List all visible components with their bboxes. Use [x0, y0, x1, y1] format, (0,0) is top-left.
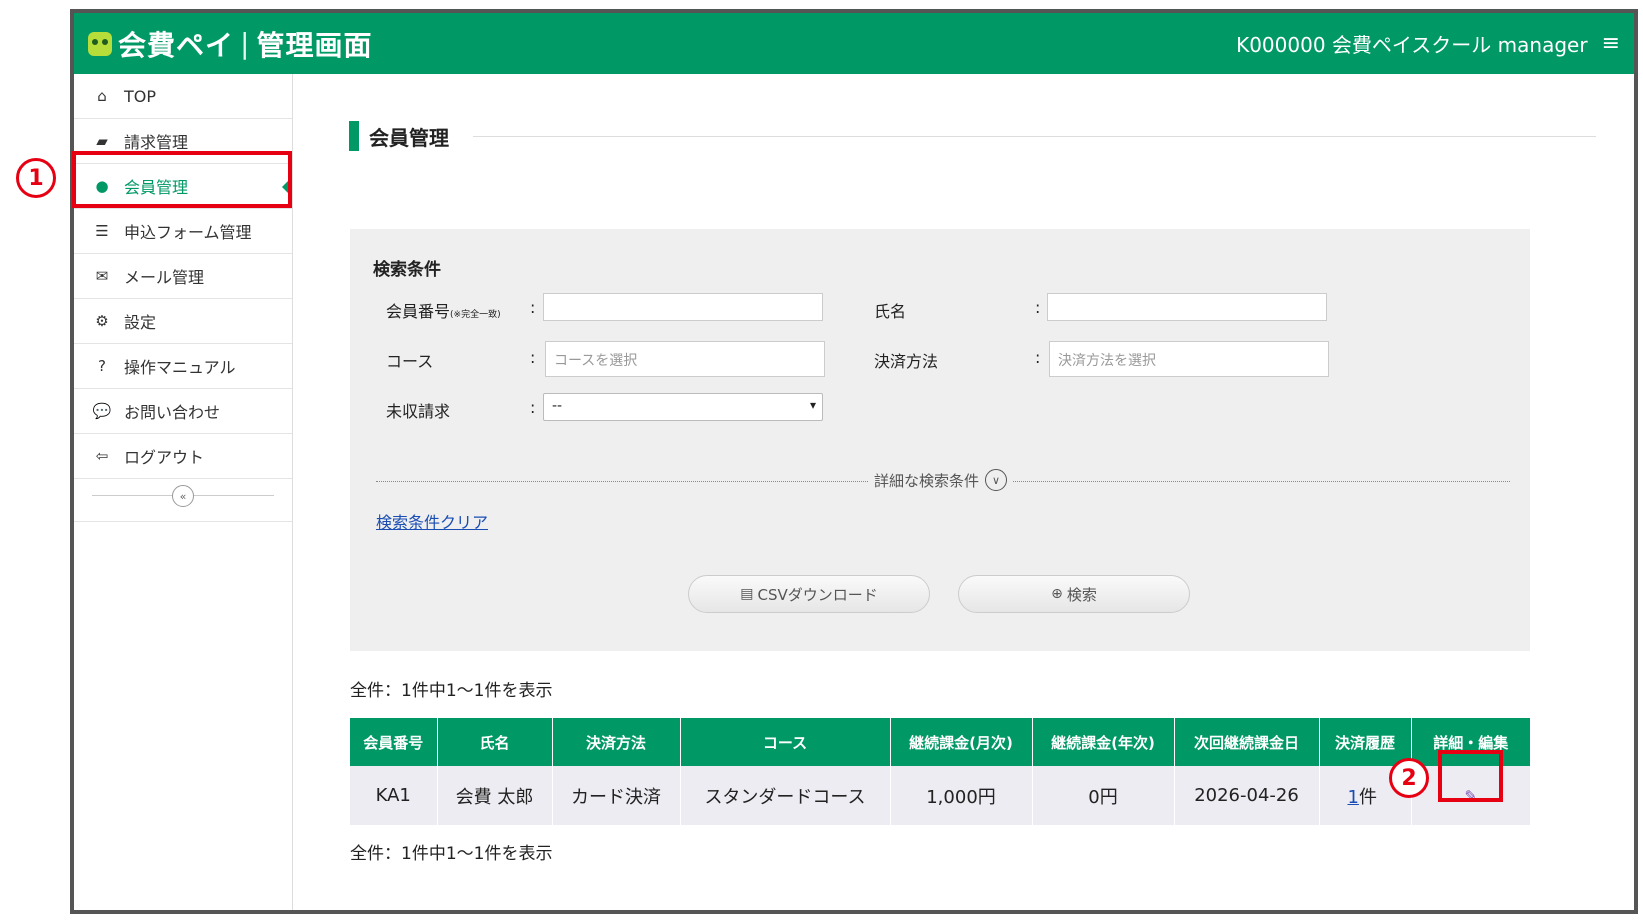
- step-1-marker: 1: [16, 158, 56, 198]
- name-cell: 会費 太郎: [437, 766, 553, 825]
- collapse-sidebar-icon[interactable]: «: [172, 485, 194, 507]
- member-no-label: 会員番号(※完全一致): [386, 298, 501, 322]
- book-icon: ▰: [96, 132, 108, 150]
- member-no-cell: KA1: [350, 766, 438, 825]
- step-2-marker: 2: [1389, 758, 1429, 798]
- name-input[interactable]: [1047, 293, 1327, 321]
- envelope-icon: ✉: [95, 267, 109, 285]
- list-icon: ☰: [95, 222, 109, 240]
- payment-history-link[interactable]: 1: [1348, 787, 1359, 808]
- user-area: K000000 会費ペイスクール manager ≡: [1236, 29, 1620, 58]
- column-header: 決済方法: [552, 718, 681, 766]
- highlight-members-menu: [72, 151, 292, 208]
- column-header: コース: [680, 718, 891, 766]
- sidebar-item-label: TOP: [124, 86, 157, 106]
- question-icon: ?: [98, 357, 106, 375]
- history-unit: 件: [1358, 786, 1377, 808]
- sidebar-item-label: メール管理: [124, 268, 205, 287]
- csv-download-button[interactable]: ▤ CSVダウンロード: [688, 575, 930, 613]
- title-accent-bar: [349, 121, 359, 151]
- next-billing-date-cell: 2026-04-26: [1174, 766, 1320, 825]
- page-title-text: 会員管理: [369, 125, 449, 150]
- result-count-bottom: 全件：1件中1～1件を表示: [350, 844, 553, 864]
- result-count-top: 全件：1件中1～1件を表示: [350, 681, 553, 701]
- chevron-down-icon: ▾: [809, 398, 816, 412]
- hamburger-menu-icon[interactable]: ≡: [1602, 31, 1620, 56]
- advanced-search-label: 詳細な検索条件: [874, 471, 980, 490]
- sidebar-item-forms[interactable]: ☰ 申込フォーム管理: [74, 209, 292, 254]
- sidebar-item-settings[interactable]: ⚙ 設定: [74, 299, 292, 344]
- column-header: 継続課金(年次): [1032, 718, 1175, 766]
- clear-search-link[interactable]: 検索条件クリア: [376, 509, 488, 533]
- sidebar-item-contact[interactable]: 💬 お問い合わせ: [74, 389, 292, 434]
- table-row: KA1 会費 太郎 カード決済 スタンダードコース 1,000円 0円 2026…: [350, 766, 1530, 825]
- brand-logo[interactable]: 会費ペイ | 管理画面: [88, 24, 372, 64]
- sidebar-item-label: 申込フォーム管理: [124, 223, 252, 242]
- highlight-edit-button: [1438, 750, 1503, 802]
- colon: :: [1035, 348, 1041, 367]
- search-button-label: 検索: [1066, 585, 1097, 604]
- unpaid-label: 未収請求: [386, 402, 451, 421]
- sidebar-item-label: ログアウト: [124, 448, 205, 467]
- search-panel: 検索条件 会員番号(※完全一致) : 氏名 : コース : コースを選択 決済方…: [350, 229, 1530, 651]
- members-table: 会員番号 氏名 決済方法 コース 継続課金(月次) 継続課金(年次) 次回継続課…: [350, 718, 1530, 825]
- column-header: 継続課金(月次): [890, 718, 1033, 766]
- gears-icon: ⚙: [95, 312, 109, 330]
- payment-method-label: 決済方法: [874, 352, 939, 371]
- advanced-search-toggle[interactable]: 詳細な検索条件 ∨: [868, 469, 1014, 491]
- search-heading: 検索条件: [373, 260, 441, 280]
- yearly-fee-cell: 0円: [1032, 766, 1175, 825]
- course-cell: スタンダードコース: [680, 766, 891, 825]
- chevron-down-circle-icon: ∨: [985, 469, 1008, 491]
- sidebar-item-label: 設定: [124, 313, 157, 332]
- search-button[interactable]: ⊕ 検索: [958, 575, 1190, 613]
- brand-main: 会費ペイ: [118, 28, 235, 62]
- monthly-fee-cell: 1,000円: [890, 766, 1033, 825]
- csv-download-label: CSVダウンロード: [757, 585, 878, 604]
- column-header: 氏名: [437, 718, 553, 766]
- unpaid-select[interactable]: -- ▾: [543, 393, 823, 421]
- search-icon: ⊕: [1051, 586, 1063, 602]
- sidebar-item-top[interactable]: ⌂ TOP: [74, 74, 292, 119]
- payment-cell: カード決済: [552, 766, 681, 825]
- title-underline: [473, 136, 1596, 137]
- sidebar-item-label: 操作マニュアル: [124, 358, 236, 377]
- excel-file-icon: ▤: [740, 586, 754, 602]
- brand-separator: |: [240, 27, 251, 60]
- brand-sub: 管理画面: [256, 28, 373, 62]
- colon: :: [530, 298, 536, 317]
- colon: :: [530, 398, 536, 417]
- sidebar-collapse-row: «: [74, 479, 292, 522]
- sidebar-item-label: 請求管理: [124, 133, 189, 152]
- home-icon: ⌂: [97, 87, 107, 105]
- page-title: 会員管理: [349, 121, 449, 151]
- mascot-icon: [88, 31, 112, 56]
- payment-method-select[interactable]: 決済方法を選択: [1049, 341, 1329, 377]
- member-no-note: (※完全一致): [450, 310, 501, 320]
- course-label: コース: [386, 352, 434, 371]
- column-header: 決済履歴: [1319, 718, 1412, 766]
- sidebar-item-logout[interactable]: ⇦ ログアウト: [74, 434, 292, 479]
- member-no-label-text: 会員番号: [386, 302, 451, 321]
- sidebar-item-manual[interactable]: ? 操作マニュアル: [74, 344, 292, 389]
- chat-icon: 💬: [92, 402, 112, 420]
- colon: :: [1035, 298, 1041, 317]
- logout-icon: ⇦: [95, 447, 109, 465]
- name-label: 氏名: [874, 302, 907, 321]
- colon: :: [530, 348, 536, 367]
- unpaid-select-value: --: [552, 398, 563, 414]
- main-content: 会員管理 検索条件 会員番号(※完全一致) : 氏名 : コース : コースを選…: [293, 74, 1634, 910]
- member-no-input[interactable]: [543, 293, 823, 321]
- sidebar-item-mail[interactable]: ✉ メール管理: [74, 254, 292, 299]
- column-header: 次回継続課金日: [1174, 718, 1320, 766]
- column-header: 会員番号: [350, 718, 438, 766]
- sidebar-item-label: お問い合わせ: [124, 403, 221, 422]
- user-name: K000000 会費ペイスクール manager: [1236, 33, 1588, 57]
- course-select[interactable]: コースを選択: [545, 341, 825, 377]
- table-header-row: 会員番号 氏名 決済方法 コース 継続課金(月次) 継続課金(年次) 次回継続課…: [350, 718, 1530, 766]
- top-bar: 会費ペイ | 管理画面 K000000 会費ペイスクール manager ≡: [74, 13, 1634, 74]
